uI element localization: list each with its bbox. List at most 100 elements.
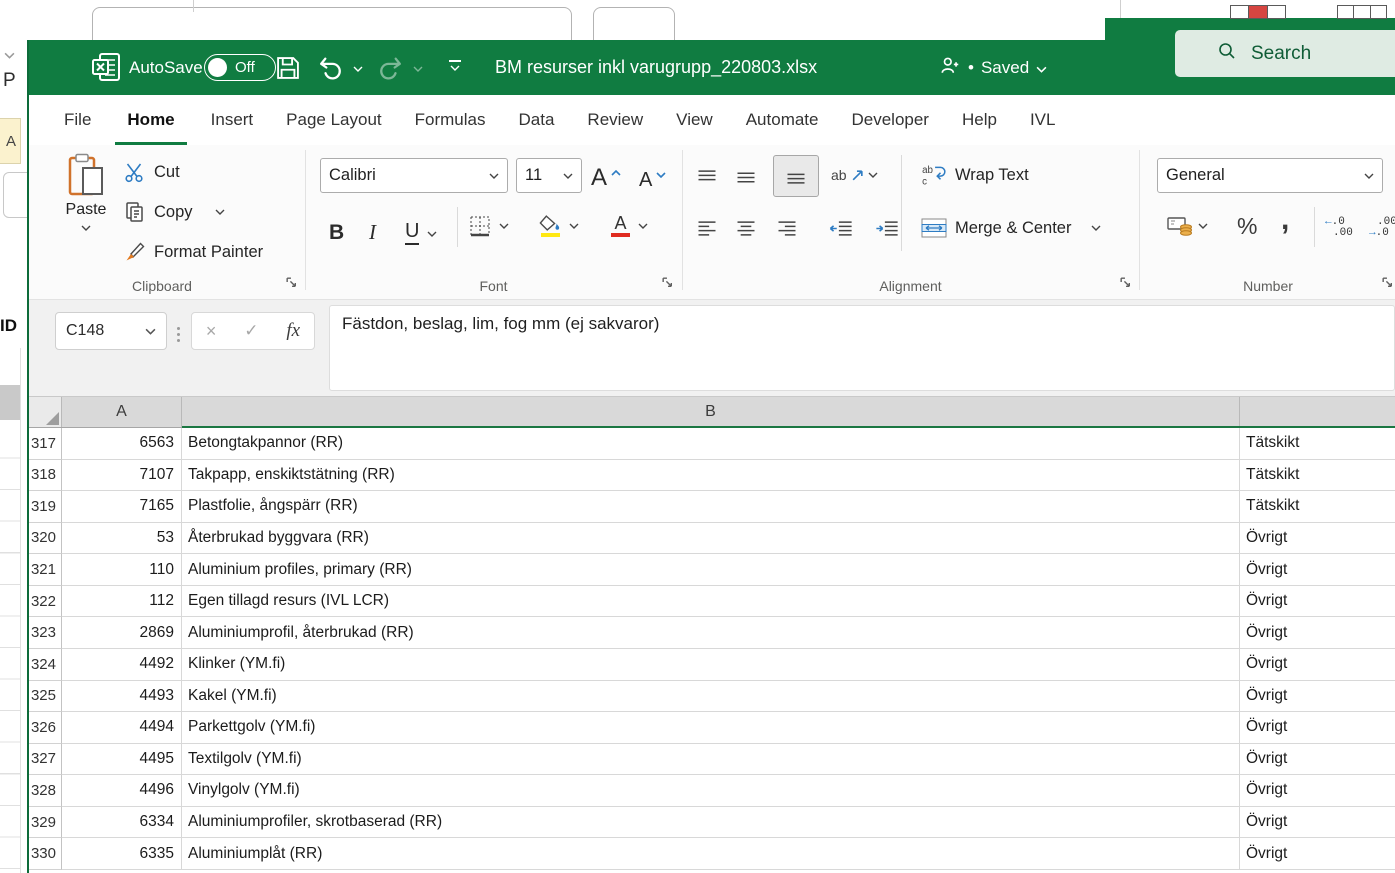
tab-data[interactable]: Data	[504, 95, 570, 145]
cell-b[interactable]: Parkettgolv (YM.fi)	[182, 712, 1240, 744]
clipboard-dialog-launcher[interactable]	[285, 276, 299, 290]
decrease-indent-button[interactable]	[829, 211, 853, 245]
cell-b[interactable]: Aluminiumplåt (RR)	[182, 838, 1240, 870]
cell-c[interactable]: Övrigt	[1240, 838, 1395, 870]
row-header[interactable]: 317	[29, 428, 62, 460]
tab-file[interactable]: File	[49, 95, 106, 145]
tab-formulas[interactable]: Formulas	[400, 95, 501, 145]
wrap-text-button[interactable]: ab c Wrap Text	[921, 158, 1029, 192]
search-box[interactable]: Search	[1175, 30, 1395, 77]
row-header[interactable]: 322	[29, 586, 62, 618]
tab-developer[interactable]: Developer	[836, 95, 944, 145]
cell-a[interactable]: 4496	[62, 775, 182, 807]
row-header[interactable]: 319	[29, 491, 62, 523]
quick-access-toolbar-chevron[interactable]	[447, 60, 463, 71]
cell-b[interactable]: Textilgolv (YM.fi)	[182, 744, 1240, 776]
row-header[interactable]: 325	[29, 681, 62, 713]
column-header-a[interactable]: A	[62, 397, 182, 427]
merge-center-button[interactable]: Merge & Center	[921, 211, 1101, 245]
cell-a[interactable]: 6334	[62, 807, 182, 839]
enter-icon[interactable]: ✓	[244, 321, 258, 341]
cell-b[interactable]: Egen tillagd resurs (IVL LCR)	[182, 586, 1240, 618]
save-icon[interactable]	[274, 54, 302, 82]
formula-input[interactable]: Fästdon, beslag, lim, fog mm (ej sakvaro…	[329, 305, 1395, 391]
cell-c[interactable]: Övrigt	[1240, 617, 1395, 649]
cell-a[interactable]: 7165	[62, 491, 182, 523]
cell-c[interactable]: Övrigt	[1240, 681, 1395, 713]
cell-b[interactable]: Aluminiumprofil, återbrukad (RR)	[182, 617, 1240, 649]
underline-button[interactable]: U	[405, 211, 437, 245]
number-dialog-launcher[interactable]	[1381, 276, 1395, 290]
format-painter-button[interactable]: Format Painter	[124, 235, 263, 269]
font-name-select[interactable]: Calibri	[320, 158, 508, 193]
comma-style-button[interactable]: ,	[1281, 203, 1289, 237]
italic-button[interactable]: I	[369, 211, 376, 245]
row-header[interactable]: 327	[29, 744, 62, 776]
select-all-corner[interactable]	[29, 397, 62, 427]
font-color-button[interactable]: A	[611, 209, 648, 243]
number-format-select[interactable]: General	[1157, 158, 1383, 193]
cell-b[interactable]: Klinker (YM.fi)	[182, 649, 1240, 681]
tab-ivl[interactable]: IVL	[1015, 95, 1071, 145]
cell-a[interactable]: 53	[62, 523, 182, 555]
row-header[interactable]: 328	[29, 775, 62, 807]
cell-c[interactable]: Tätskikt	[1240, 428, 1395, 460]
align-top-button[interactable]	[697, 160, 717, 194]
cell-b[interactable]: Kakel (YM.fi)	[182, 681, 1240, 713]
cell-c[interactable]: Övrigt	[1240, 586, 1395, 618]
row-header[interactable]: 321	[29, 554, 62, 586]
undo-button[interactable]	[317, 54, 344, 81]
save-status-group[interactable]: • Saved	[939, 40, 1047, 95]
row-header[interactable]: 320	[29, 523, 62, 555]
row-header[interactable]: 318	[29, 460, 62, 492]
excel-logo-icon[interactable]	[91, 51, 123, 83]
align-left-button[interactable]	[697, 211, 717, 245]
cell-b[interactable]: Aluminium profiles, primary (RR)	[182, 554, 1240, 586]
cell-a[interactable]: 110	[62, 554, 182, 586]
cell-c[interactable]: Övrigt	[1240, 554, 1395, 586]
align-center-button[interactable]	[736, 211, 756, 245]
cell-a[interactable]: 4492	[62, 649, 182, 681]
cell-a[interactable]: 112	[62, 586, 182, 618]
row-header[interactable]: 330	[29, 838, 62, 870]
tab-home[interactable]: Home	[115, 95, 186, 145]
row-header[interactable]: 329	[29, 807, 62, 839]
cell-a[interactable]: 4494	[62, 712, 182, 744]
cell-c[interactable]: Övrigt	[1240, 649, 1395, 681]
cell-c[interactable]: Övrigt	[1240, 775, 1395, 807]
font-size-select[interactable]: 11	[516, 158, 582, 193]
redo-menu-chevron[interactable]	[413, 66, 423, 72]
increase-indent-button[interactable]	[875, 211, 899, 245]
row-header[interactable]: 324	[29, 649, 62, 681]
row-header[interactable]: 323	[29, 617, 62, 649]
tab-help[interactable]: Help	[947, 95, 1012, 145]
accounting-format-button[interactable]	[1167, 209, 1208, 243]
cell-b[interactable]: Vinylgolv (YM.fi)	[182, 775, 1240, 807]
cell-c[interactable]: Övrigt	[1240, 744, 1395, 776]
cell-a[interactable]: 7107	[62, 460, 182, 492]
bold-button[interactable]: B	[329, 211, 344, 245]
cell-a[interactable]: 4495	[62, 744, 182, 776]
cell-b[interactable]: Betongtakpannor (RR)	[182, 428, 1240, 460]
cell-a[interactable]: 4493	[62, 681, 182, 713]
row-header[interactable]: 326	[29, 712, 62, 744]
name-box[interactable]: C148	[55, 312, 167, 350]
increase-decimal-button[interactable]: ←.0 .00	[1325, 211, 1353, 245]
column-header-b[interactable]: B	[182, 397, 1240, 427]
font-dialog-launcher[interactable]	[661, 276, 675, 290]
column-header-c[interactable]	[1240, 397, 1395, 427]
cell-b[interactable]: Återbrukad byggvara (RR)	[182, 523, 1240, 555]
cell-a[interactable]: 6563	[62, 428, 182, 460]
cell-b[interactable]: Plastfolie, ångspärr (RR)	[182, 491, 1240, 523]
shrink-font-button[interactable]: A	[639, 158, 666, 192]
tab-insert[interactable]: Insert	[196, 95, 269, 145]
document-title[interactable]: BM resurser inkl varugrupp_220803.xlsx	[495, 40, 817, 95]
insert-function-icon[interactable]: fx	[286, 320, 300, 342]
tab-automate[interactable]: Automate	[731, 95, 834, 145]
alignment-dialog-launcher[interactable]	[1119, 276, 1133, 290]
redo-button[interactable]	[377, 54, 404, 81]
cell-c[interactable]: Övrigt	[1240, 712, 1395, 744]
paste-button[interactable]: Paste	[57, 153, 115, 231]
tab-view[interactable]: View	[661, 95, 728, 145]
cell-a[interactable]: 2869	[62, 617, 182, 649]
